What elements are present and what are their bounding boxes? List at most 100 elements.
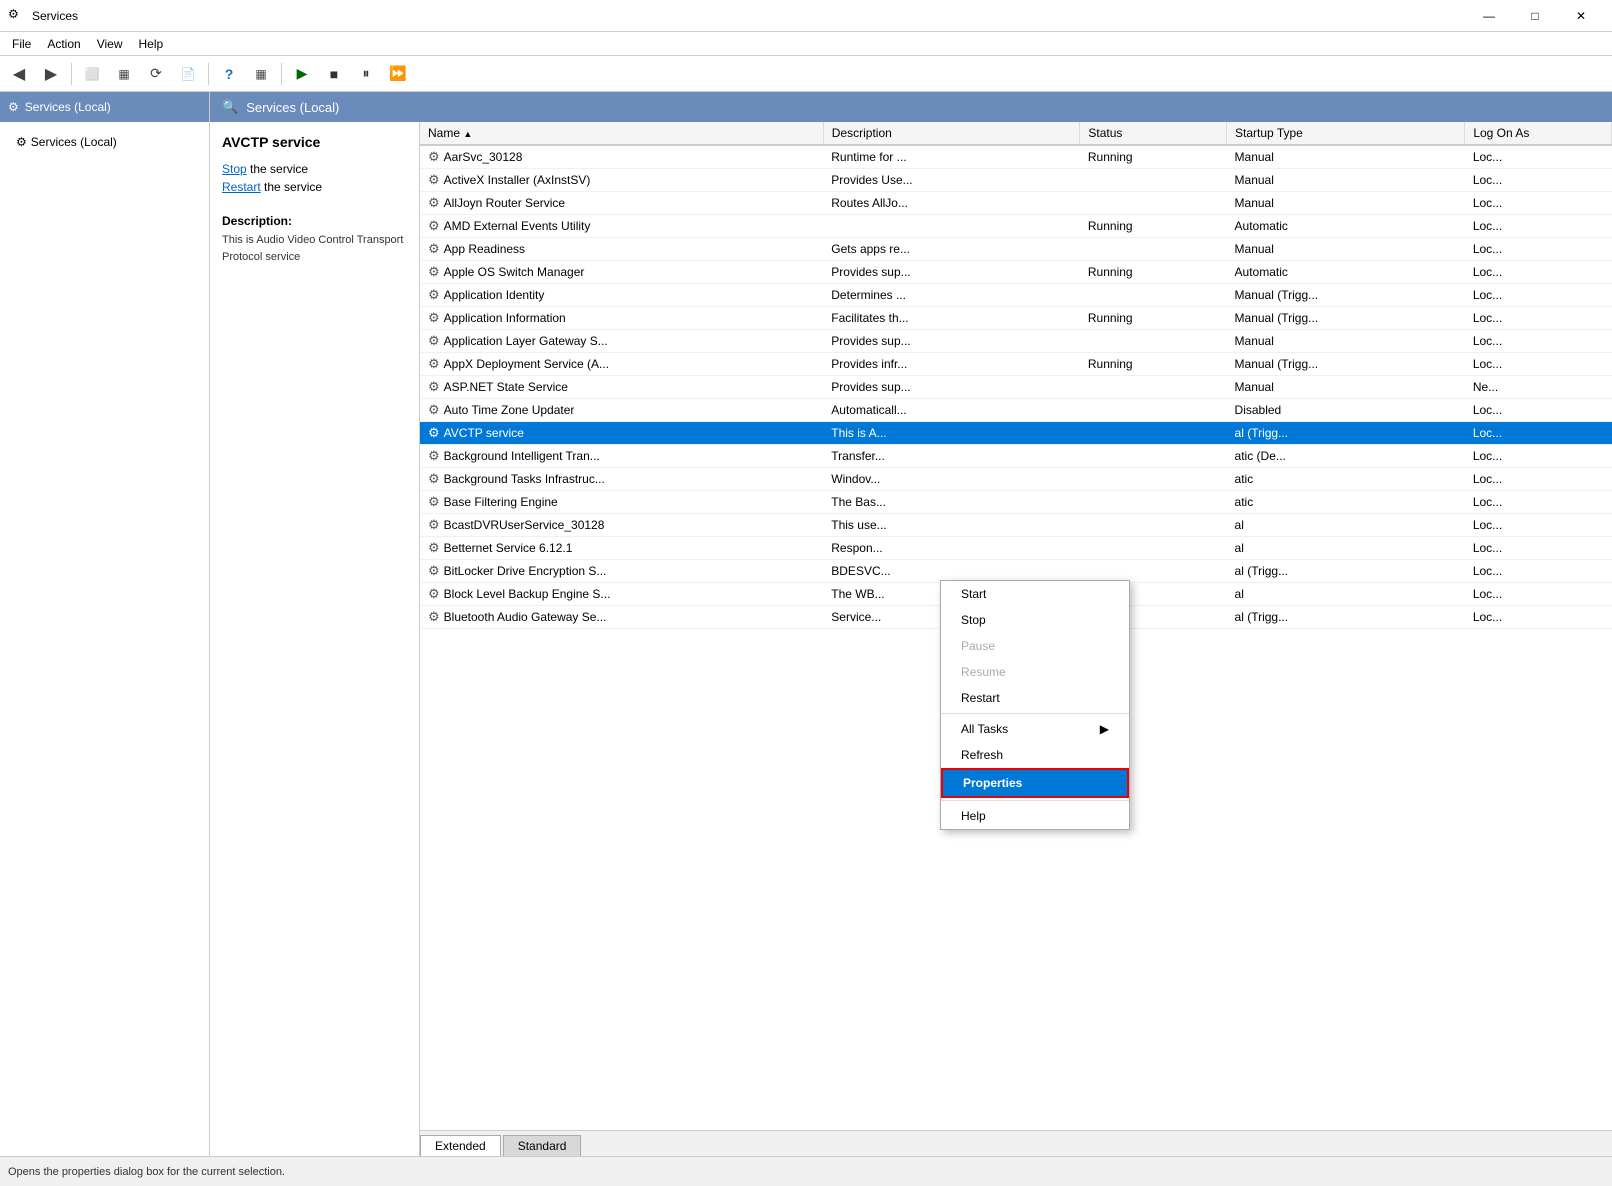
service-startup-type: al bbox=[1227, 514, 1465, 537]
gear-icon: ⚙ bbox=[428, 563, 440, 578]
start-service-button[interactable]: ▶ bbox=[287, 60, 317, 88]
sidebar-item-services-local[interactable]: ⚙ Services (Local) bbox=[10, 132, 199, 152]
left-panel-header: ⚙ Services (Local) bbox=[0, 92, 209, 122]
menu-help[interactable]: Help bbox=[131, 35, 172, 53]
service-startup-type: al bbox=[1227, 583, 1465, 606]
table-row[interactable]: ⚙App ReadinessGets apps re...ManualLoc..… bbox=[420, 238, 1612, 261]
gear-icon: ⚙ bbox=[428, 195, 440, 210]
close-button[interactable]: ✕ bbox=[1558, 0, 1604, 32]
toolbar-sep-3 bbox=[281, 63, 282, 85]
stop-link[interactable]: Stop bbox=[222, 162, 247, 176]
minimize-button[interactable]: — bbox=[1466, 0, 1512, 32]
table-row[interactable]: ⚙Betternet Service 6.12.1Respon...alLoc.… bbox=[420, 537, 1612, 560]
table-row[interactable]: ⚙Application InformationFacilitates th..… bbox=[420, 307, 1612, 330]
table-row[interactable]: ⚙AMD External Events UtilityRunningAutom… bbox=[420, 215, 1612, 238]
table-row[interactable]: ⚙Base Filtering EngineThe Bas...aticLoc.… bbox=[420, 491, 1612, 514]
service-description: Respon... bbox=[823, 537, 1080, 560]
all-tasks-label: All Tasks bbox=[961, 722, 1008, 736]
help-button[interactable]: ? bbox=[214, 60, 244, 88]
export-button[interactable]: 📄 bbox=[173, 60, 203, 88]
service-name: AarSvc_30128 bbox=[444, 150, 523, 164]
forward-button[interactable]: ▶ bbox=[36, 60, 66, 88]
menu-view[interactable]: View bbox=[89, 35, 131, 53]
service-startup-type: al bbox=[1227, 537, 1465, 560]
gear-icon: ⚙ bbox=[428, 218, 440, 233]
table-row[interactable]: ⚙Apple OS Switch ManagerProvides sup...R… bbox=[420, 261, 1612, 284]
service-name: Block Level Backup Engine S... bbox=[444, 587, 611, 601]
col-header-logon[interactable]: Log On As bbox=[1465, 122, 1612, 145]
properties-button[interactable]: ▦ bbox=[246, 60, 276, 88]
service-name: AllJoyn Router Service bbox=[444, 196, 565, 210]
context-menu-refresh[interactable]: Refresh bbox=[941, 742, 1129, 768]
right-panel: 🔍 Services (Local) AVCTP service Stop th… bbox=[210, 92, 1612, 1156]
service-logon: Loc... bbox=[1465, 145, 1612, 169]
context-menu-pause: Pause bbox=[941, 633, 1129, 659]
table-row[interactable]: ⚙Application Layer Gateway S...Provides … bbox=[420, 330, 1612, 353]
gear-icon: ⚙ bbox=[428, 310, 440, 325]
properties-pane-button[interactable]: ▦ bbox=[109, 60, 139, 88]
service-startup-type: Manual (Trigg... bbox=[1227, 353, 1465, 376]
gear-icon: ⚙ bbox=[428, 471, 440, 486]
service-startup-type: Automatic bbox=[1227, 261, 1465, 284]
back-button[interactable]: ◀ bbox=[4, 60, 34, 88]
table-row[interactable]: ⚙AVCTP serviceThis is A...al (Trigg...Lo… bbox=[420, 422, 1612, 445]
service-name: App Readiness bbox=[444, 242, 525, 256]
gear-icon: ⚙ bbox=[428, 379, 440, 394]
table-row[interactable]: ⚙AppX Deployment Service (A...Provides i… bbox=[420, 353, 1612, 376]
left-panel: ⚙ Services (Local) ⚙ Services (Local) bbox=[0, 92, 210, 1156]
context-menu-stop[interactable]: Stop bbox=[941, 607, 1129, 633]
gear-icon: ⚙ bbox=[428, 287, 440, 302]
col-header-startup[interactable]: Startup Type bbox=[1227, 122, 1465, 145]
table-row[interactable]: ⚙ASP.NET State ServiceProvides sup...Man… bbox=[420, 376, 1612, 399]
table-row[interactable]: ⚙Background Intelligent Tran...Transfer.… bbox=[420, 445, 1612, 468]
service-detail-panel: AVCTP service Stop the service Restart t… bbox=[210, 122, 420, 1156]
restart-link[interactable]: Restart bbox=[222, 180, 261, 194]
menu-action[interactable]: Action bbox=[39, 35, 88, 53]
service-startup-type: Manual bbox=[1227, 330, 1465, 353]
service-description: Provides sup... bbox=[823, 330, 1080, 353]
refresh-list-button[interactable]: ⟳ bbox=[141, 60, 171, 88]
service-description: Provides sup... bbox=[823, 261, 1080, 284]
toolbar-sep-1 bbox=[71, 63, 72, 85]
pause-service-button[interactable]: ⏸ bbox=[351, 60, 381, 88]
table-row[interactable]: ⚙BcastDVRUserService_30128This use...alL… bbox=[420, 514, 1612, 537]
table-row[interactable]: ⚙AarSvc_30128Runtime for ...RunningManua… bbox=[420, 145, 1612, 169]
context-menu-start[interactable]: Start bbox=[941, 581, 1129, 607]
tab-standard[interactable]: Standard bbox=[503, 1135, 582, 1156]
right-panel-header: 🔍 Services (Local) bbox=[210, 92, 1612, 122]
service-logon: Loc... bbox=[1465, 353, 1612, 376]
col-header-name[interactable]: Name ▲ bbox=[420, 122, 823, 145]
table-row[interactable]: ⚙Application IdentityDetermines ...Manua… bbox=[420, 284, 1612, 307]
tab-extended[interactable]: Extended bbox=[420, 1135, 501, 1156]
service-startup-type: Manual bbox=[1227, 145, 1465, 169]
context-menu-all-tasks[interactable]: All Tasks▶ bbox=[941, 716, 1129, 742]
service-status: Running bbox=[1080, 353, 1227, 376]
service-logon: Loc... bbox=[1465, 606, 1612, 629]
service-startup-type: atic bbox=[1227, 468, 1465, 491]
col-header-status[interactable]: Status bbox=[1080, 122, 1227, 145]
menu-file[interactable]: File bbox=[4, 35, 39, 53]
table-row[interactable]: ⚙ActiveX Installer (AxInstSV)Provides Us… bbox=[420, 169, 1612, 192]
context-menu-restart[interactable]: Restart bbox=[941, 685, 1129, 711]
view-toggle-button[interactable]: ⬜ bbox=[77, 60, 107, 88]
service-stop-action[interactable]: Stop the service bbox=[222, 162, 407, 176]
table-row[interactable]: ⚙Auto Time Zone UpdaterAutomaticall...Di… bbox=[420, 399, 1612, 422]
service-restart-action[interactable]: Restart the service bbox=[222, 180, 407, 194]
gear-icon: ⚙ bbox=[428, 494, 440, 509]
service-name: Base Filtering Engine bbox=[444, 495, 558, 509]
table-row[interactable]: ⚙Background Tasks Infrastruc...Windov...… bbox=[420, 468, 1612, 491]
service-startup-type: al (Trigg... bbox=[1227, 560, 1465, 583]
table-row[interactable]: ⚙AllJoyn Router ServiceRoutes AllJo...Ma… bbox=[420, 192, 1612, 215]
context-menu-properties[interactable]: Properties bbox=[941, 768, 1129, 798]
maximize-button[interactable]: □ bbox=[1512, 0, 1558, 32]
app-icon: ⚙ bbox=[8, 7, 26, 25]
context-menu-help[interactable]: Help bbox=[941, 803, 1129, 829]
service-logon: Loc... bbox=[1465, 261, 1612, 284]
service-startup-type: Manual bbox=[1227, 169, 1465, 192]
service-status bbox=[1080, 238, 1227, 261]
restart-service-button[interactable]: ⏩ bbox=[383, 60, 413, 88]
stop-service-button[interactable]: ■ bbox=[319, 60, 349, 88]
gear-icon: ⚙ bbox=[428, 241, 440, 256]
service-name: Application Information bbox=[444, 311, 566, 325]
col-header-description[interactable]: Description bbox=[823, 122, 1080, 145]
